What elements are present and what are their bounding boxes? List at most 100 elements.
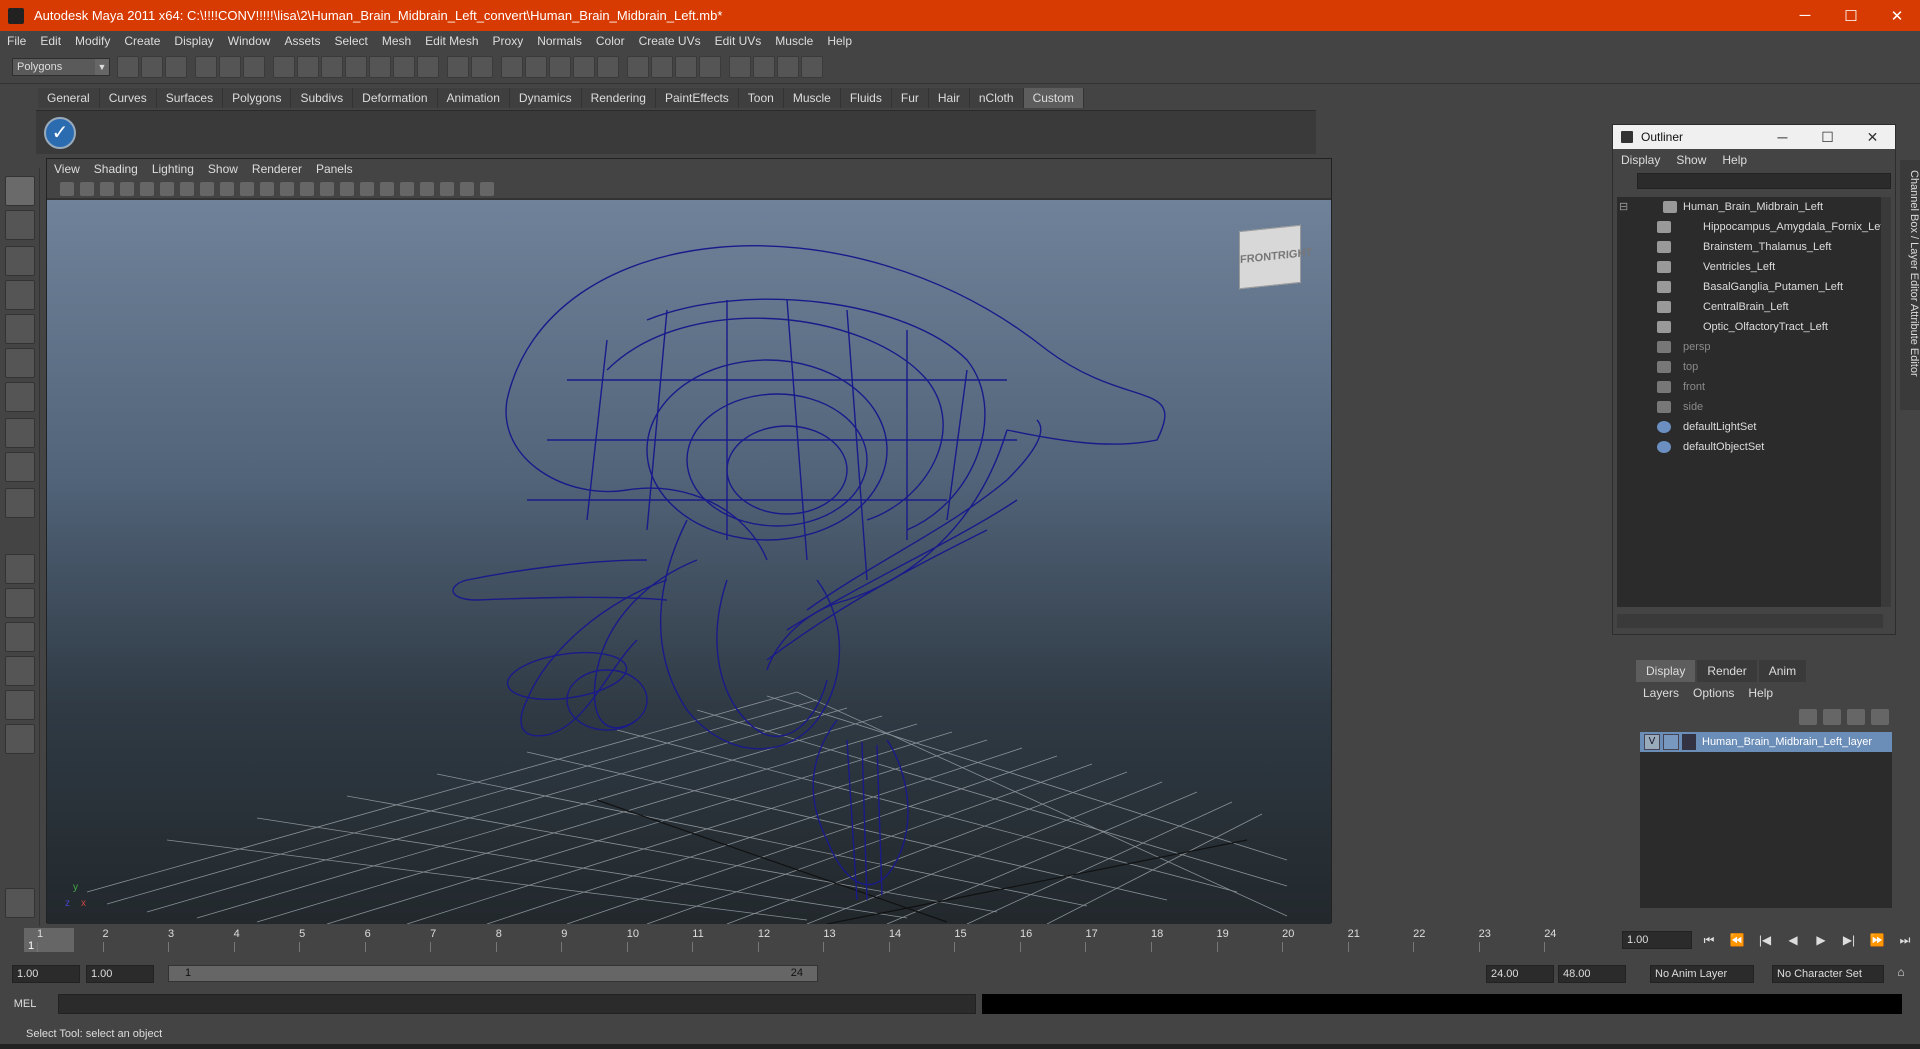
layer-menu-layers[interactable]: Layers (1636, 686, 1686, 700)
camera-select-icon[interactable] (60, 181, 74, 196)
outliner-row[interactable]: BasalGanglia_Putamen_Left (1617, 277, 1883, 297)
maximize-button[interactable]: ☐ (1828, 0, 1874, 31)
safe-title-icon[interactable] (260, 181, 274, 196)
anim-layer-dropdown[interactable]: No Anim Layer (1650, 965, 1754, 983)
construction-history-icon[interactable] (501, 56, 523, 78)
menu-edit[interactable]: Edit (33, 34, 68, 48)
hypershade-layout-icon[interactable] (5, 690, 35, 720)
camera-attributes-icon[interactable] (80, 181, 94, 196)
snap-surface-icon[interactable] (369, 56, 391, 78)
layer-type-toggle[interactable] (1663, 734, 1679, 750)
output-ops-icon[interactable] (549, 56, 571, 78)
xray-components-icon[interactable] (480, 181, 494, 196)
tab-display[interactable]: Display (1636, 660, 1696, 682)
outliner-row[interactable]: Ventricles_Left (1617, 257, 1883, 277)
move-tool-icon[interactable] (5, 280, 35, 310)
select-object-icon[interactable] (219, 56, 241, 78)
playback-end-field[interactable]: 24.00 (1486, 965, 1554, 983)
menu-assets[interactable]: Assets (277, 34, 327, 48)
outliner-row[interactable]: front (1617, 377, 1883, 397)
shelf-tab-toon[interactable]: Toon (738, 88, 784, 108)
layer-color-swatch[interactable] (1682, 734, 1696, 750)
default-lighting-icon[interactable] (360, 181, 374, 196)
shelf-tab-polygons[interactable]: Polygons (223, 88, 292, 108)
outliner-row[interactable]: Hippocampus_Amygdala_Fornix_Left (1617, 217, 1883, 237)
menu-display[interactable]: Display (167, 34, 220, 48)
time-slider-current-frame[interactable]: 1 (24, 928, 74, 952)
outliner-menu-display[interactable]: Display (1613, 153, 1668, 167)
outliner-row[interactable]: defaultObjectSet (1617, 437, 1883, 457)
save-scene-icon[interactable] (165, 56, 187, 78)
menu-create[interactable]: Create (117, 34, 167, 48)
input-ops-icon[interactable] (525, 56, 547, 78)
menu-mesh[interactable]: Mesh (375, 34, 418, 48)
menu-window[interactable]: Window (221, 34, 278, 48)
outliner-close-button[interactable]: ✕ (1850, 125, 1895, 149)
scale-tool-icon[interactable] (5, 348, 35, 378)
view-cube[interactable]: FRONT RIGHT (1239, 224, 1312, 290)
xray-icon[interactable] (440, 181, 454, 196)
viewport-menu-renderer[interactable]: Renderer (245, 162, 309, 176)
snap-point-icon[interactable] (321, 56, 343, 78)
shelf-tab-fur[interactable]: Fur (891, 88, 929, 108)
new-empty-layer-icon[interactable] (1847, 709, 1865, 725)
shelf-tab-subdivs[interactable]: Subdivs (291, 88, 354, 108)
play-backwards-icon[interactable]: ◀ (1782, 931, 1804, 949)
side-panel-tabs[interactable]: Channel Box / Layer Editor Attribute Edi… (1900, 160, 1920, 410)
lasso-tool-icon[interactable] (5, 210, 35, 240)
viewport-menu-panels[interactable]: Panels (309, 162, 360, 176)
shelf-tab-dynamics[interactable]: Dynamics (509, 88, 582, 108)
outliner-filter-input[interactable] (1637, 173, 1891, 189)
tab-anim[interactable]: Anim (1758, 660, 1807, 682)
ipr-render-icon[interactable] (597, 56, 619, 78)
character-set-dropdown[interactable]: No Character Set (1772, 965, 1884, 983)
show-manipulator-icon[interactable] (5, 452, 35, 482)
outliner-row[interactable]: side (1617, 397, 1883, 417)
viewport-scene[interactable]: FRONT RIGHT y x z (47, 200, 1331, 924)
outliner-row[interactable]: persp (1617, 337, 1883, 357)
shelf-tab-hair[interactable]: Hair (928, 88, 970, 108)
menu-set-dropdown[interactable]: Polygons ▼ (12, 58, 110, 76)
shelf-tab-animation[interactable]: Animation (437, 88, 510, 108)
layer-menu-help[interactable]: Help (1741, 686, 1780, 700)
manipulator-tool-icon[interactable] (5, 382, 35, 412)
current-frame-field[interactable]: 1.00 (1622, 931, 1692, 949)
four-view-layout-icon[interactable] (5, 588, 35, 618)
image-plane-icon[interactable] (120, 181, 134, 196)
snap-plane-icon[interactable] (345, 56, 367, 78)
menu-create-uvs[interactable]: Create UVs (632, 34, 708, 48)
snap-live-icon[interactable] (393, 56, 415, 78)
close-button[interactable]: ✕ (1874, 0, 1920, 31)
attribute-editor-icon[interactable] (729, 56, 751, 78)
outliner-menu-show[interactable]: Show (1668, 153, 1714, 167)
shadows-icon[interactable] (400, 181, 414, 196)
xray-joints-icon[interactable] (460, 181, 474, 196)
new-scene-icon[interactable] (117, 56, 139, 78)
viewport-menu-lighting[interactable]: Lighting (145, 162, 201, 176)
command-input[interactable] (58, 994, 976, 1014)
gate-mask-icon[interactable] (200, 181, 214, 196)
viewport-canvas[interactable] (47, 200, 1331, 924)
wireframe-on-shaded-icon[interactable] (320, 181, 334, 196)
snap-grid-icon[interactable] (273, 56, 295, 78)
new-layer-from-selection-icon[interactable] (1871, 709, 1889, 725)
menu-help[interactable]: Help (820, 34, 859, 48)
persp-outliner-layout-icon[interactable] (5, 622, 35, 652)
safe-action-icon[interactable] (240, 181, 254, 196)
grid-icon[interactable] (140, 181, 154, 196)
mel-label[interactable]: MEL (0, 998, 50, 1010)
animation-start-field[interactable]: 1.00 (12, 965, 80, 983)
help-icon[interactable] (417, 56, 439, 78)
collapse-icon[interactable]: ⊟ (1619, 197, 1628, 217)
time-slider[interactable]: 1 1 2 3 4 5 6 7 8 9 10 11 12 13 14 15 16 17 18 19 20 21 22 23 24 (12, 926, 1622, 954)
all-lights-icon[interactable] (380, 181, 394, 196)
step-back-frame-icon[interactable]: |◀ (1754, 931, 1776, 949)
open-scene-icon[interactable] (141, 56, 163, 78)
shelf-tab-deformation[interactable]: Deformation (353, 88, 438, 108)
smooth-shade-icon[interactable] (300, 181, 314, 196)
menu-file[interactable]: File (0, 34, 33, 48)
lock-icon[interactable] (447, 56, 469, 78)
viewport-menu-shading[interactable]: Shading (87, 162, 145, 176)
check-icon[interactable]: ✓ (44, 117, 76, 149)
shelf-tab-surfaces[interactable]: Surfaces (156, 88, 224, 108)
